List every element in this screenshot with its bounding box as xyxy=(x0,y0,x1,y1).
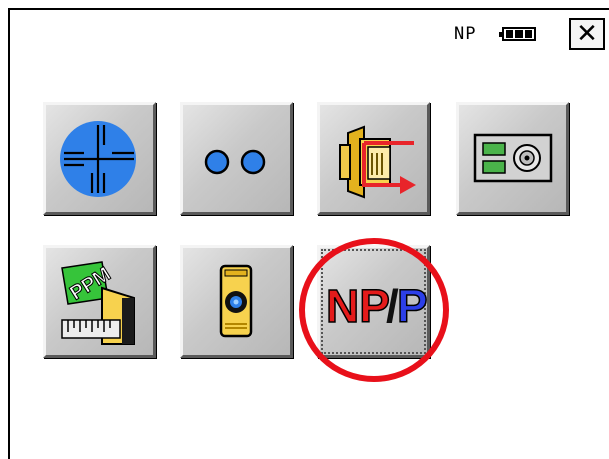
status-bar: NP ✕ xyxy=(10,10,609,50)
ppm-ruler-icon: PPM xyxy=(61,261,135,345)
np-p-toggle-button[interactable]: NP / P xyxy=(317,245,430,358)
dual-circles-button[interactable] xyxy=(180,102,293,215)
prism-icon xyxy=(219,264,253,338)
np-label: NP xyxy=(326,280,390,332)
observation-button[interactable] xyxy=(43,102,156,215)
card-disc-icon xyxy=(473,133,553,183)
close-button[interactable]: ✕ xyxy=(569,18,605,50)
mode-indicator: NP xyxy=(454,24,477,44)
screen: NP ✕ PPM NP / P xyxy=(8,8,609,459)
battery-icon xyxy=(499,27,536,41)
data-output-button[interactable] xyxy=(317,102,430,215)
p-label: P xyxy=(397,280,427,332)
crosshair-icon xyxy=(60,121,136,197)
memory-card-button[interactable] xyxy=(456,102,569,215)
prism-button[interactable] xyxy=(180,245,293,358)
ppm-button[interactable]: PPM xyxy=(43,245,156,358)
output-arrow-icon xyxy=(339,125,416,199)
np-p-icon: NP / P xyxy=(325,279,427,333)
two-circles-icon xyxy=(204,149,266,175)
